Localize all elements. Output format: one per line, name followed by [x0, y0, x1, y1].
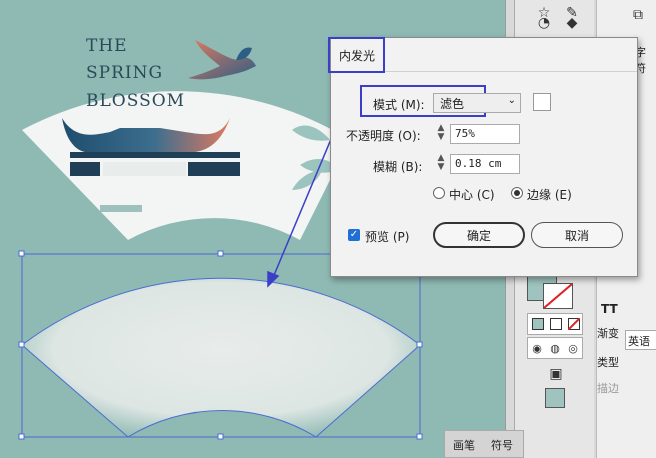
preview-label[interactable]: 预览 (P) [365, 228, 409, 245]
glow-color-swatch[interactable] [533, 93, 551, 111]
symbol-tab[interactable]: 符号 [491, 437, 513, 453]
draw-normal-icon[interactable]: ◉ [528, 338, 546, 358]
ok-button[interactable]: 确定 [433, 222, 525, 248]
swallow-illustration [188, 40, 256, 80]
tt-label: TT [601, 302, 618, 316]
poster-title-line3: BLOSSOM [86, 91, 186, 111]
inner-glow-dialog: 内发光 模式 (M): 滤色 ⌄ 不透明度 (O): ▲ ▼ 75% 模糊 (B)… [328, 37, 638, 277]
mode-value: 滤色 [440, 97, 465, 111]
poster-title-line1: THE [86, 36, 128, 56]
eraser-tool-icon[interactable]: ◆ [561, 12, 583, 34]
char-tab[interactable]: 字符 [635, 44, 656, 76]
blur-spinner[interactable]: ▲ ▼ [434, 154, 448, 174]
preview-checkbox[interactable]: ✓ [348, 229, 360, 241]
none-mode-icon[interactable] [568, 318, 580, 330]
stroke-label: 描边 [597, 382, 619, 395]
center-radio[interactable] [433, 187, 445, 199]
opacity-spinner[interactable]: ▲ ▼ [434, 124, 448, 144]
gradient-mode-icon[interactable] [550, 318, 562, 330]
draw-behind-icon[interactable]: ◍ [546, 338, 564, 358]
draw-mode-row: ◉ ◍ ◎ [527, 337, 583, 359]
mini-fill-swatch[interactable] [545, 388, 565, 408]
type-label: 类型 [597, 356, 619, 369]
color-mode-icon[interactable] [532, 318, 544, 330]
brush-tab[interactable]: 画笔 [453, 437, 475, 453]
screen-mode-icon[interactable]: ▣ [545, 363, 567, 385]
stroke-swatch[interactable] [543, 283, 573, 309]
selected-fan-shape [21, 277, 421, 438]
edge-radio[interactable] [511, 187, 523, 199]
blur-field[interactable]: 0.18 cm [450, 154, 520, 174]
language-select[interactable]: 英语 [625, 330, 656, 350]
bottom-panel-tabs: 画笔 符号 [444, 430, 524, 458]
chevron-down-icon: ⌄ [507, 95, 516, 106]
shaper-tool-icon[interactable]: ◔ [533, 12, 555, 34]
opacity-field[interactable]: 75% [450, 124, 520, 144]
mode-label: 模式 (M): [373, 98, 425, 112]
center-label[interactable]: 中心 (C) [449, 186, 495, 203]
color-mode-row [527, 313, 583, 335]
opacity-label: 不透明度 (O): [346, 129, 421, 143]
draw-inside-icon[interactable]: ◎ [564, 338, 582, 358]
poster-title-line2: SPRING [86, 63, 164, 83]
cancel-button[interactable]: 取消 [531, 222, 623, 248]
edge-label[interactable]: 边缘 (E) [527, 186, 572, 203]
blur-label: 模糊 (B): [373, 160, 423, 174]
arrange-icon[interactable]: ⧉ [627, 4, 649, 26]
mode-select[interactable]: 滤色 ⌄ [433, 93, 521, 113]
title-highlight-box [328, 37, 385, 73]
gradient-label: 渐变 [597, 327, 619, 340]
